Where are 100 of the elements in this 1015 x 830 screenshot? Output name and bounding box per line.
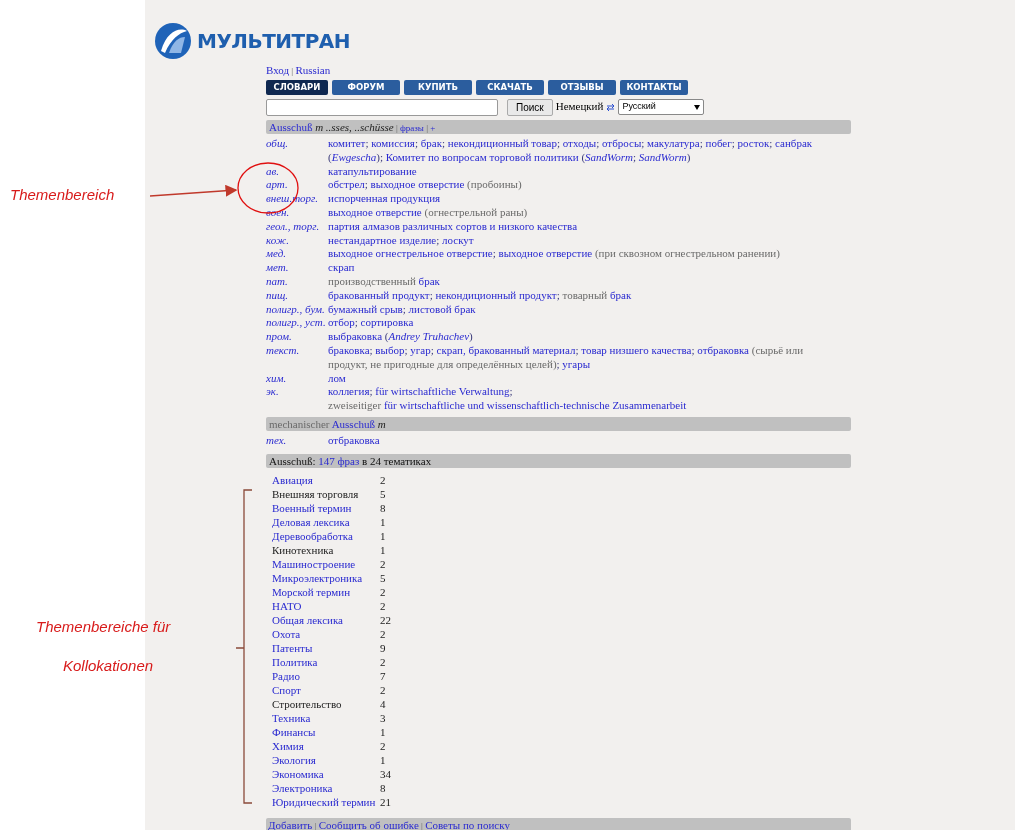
- topic-link[interactable]: Экономика: [272, 767, 380, 782]
- author-link[interactable]: Ewgescha: [331, 150, 377, 163]
- translation-link[interactable]: катапультирование: [328, 164, 417, 177]
- subject-link[interactable]: пром.: [266, 330, 328, 344]
- swap-icon[interactable]: [606, 102, 616, 112]
- translation-link[interactable]: некондиционный товар: [447, 137, 557, 149]
- translation-link[interactable]: выходное отверстие: [328, 206, 422, 218]
- topic-link[interactable]: Машиностроение: [272, 557, 380, 572]
- topic-link[interactable]: Электроника: [272, 781, 380, 796]
- translation-link[interactable]: макулатура: [647, 137, 700, 149]
- translation-link[interactable]: листовой брак: [408, 302, 476, 315]
- translation-link[interactable]: скрап: [328, 261, 355, 274]
- translation-link[interactable]: комиссия: [371, 137, 415, 149]
- topic-link[interactable]: Морской термин: [272, 585, 380, 600]
- nav-tab[interactable]: СКАЧАТЬ: [476, 80, 544, 95]
- topic-link[interactable]: Военный термин: [272, 501, 380, 516]
- subject-link[interactable]: геол., торг.: [266, 219, 328, 234]
- translation-link[interactable]: für wirtschaftliche und wissenschaftlich-technische Zusammenarbeit: [383, 399, 687, 412]
- topic-link[interactable]: Деревообработка: [272, 529, 380, 544]
- author-link[interactable]: Andrey Truhachev: [388, 330, 470, 343]
- translation-link[interactable]: выходное огнестрельное отверстие: [328, 247, 493, 260]
- subject-link[interactable]: хим.: [266, 371, 328, 386]
- search-button[interactable]: Поиск: [507, 98, 553, 116]
- translation-link[interactable]: выходное отверстие: [370, 178, 465, 191]
- search-field[interactable]: [266, 98, 498, 116]
- translation-link[interactable]: отбраковка: [697, 343, 749, 356]
- note-text: товарный: [562, 288, 609, 301]
- subject-link[interactable]: мед.: [266, 247, 328, 262]
- translation-link[interactable]: бумажный срыв: [328, 302, 403, 315]
- punctuation-text: ;: [364, 178, 369, 191]
- subject-link[interactable]: кож.: [266, 233, 328, 248]
- translation-link[interactable]: Russian: [295, 64, 331, 76]
- translation-link[interactable]: угары: [562, 357, 591, 370]
- nav-tab[interactable]: СЛОВАРИ: [266, 80, 328, 95]
- topic-link[interactable]: Деловая лексика: [272, 515, 380, 530]
- source-language-label: Немецкий: [555, 100, 604, 114]
- translation-link[interactable]: Вход: [266, 64, 290, 76]
- subject-link[interactable]: текст.: [266, 343, 328, 372]
- separator-text: |: [313, 820, 318, 830]
- translation-link[interactable]: выбраковка: [328, 330, 383, 343]
- subject-link[interactable]: полигр., уст.: [266, 316, 328, 331]
- translation-link[interactable]: Ausschuß: [269, 121, 313, 133]
- translation-link[interactable]: побег: [705, 137, 732, 149]
- translation-link[interactable]: некондиционный продукт: [435, 288, 557, 301]
- nav-tab[interactable]: КОНТАКТЫ: [620, 80, 688, 95]
- punctuation-text: ;: [509, 385, 513, 398]
- translation-link[interactable]: лом: [328, 371, 346, 384]
- nav-tab[interactable]: ФОРУМ: [332, 80, 400, 95]
- translation-link[interactable]: Комитет по вопросам торговой политики: [385, 150, 579, 163]
- subject-link[interactable]: тех.: [266, 433, 328, 448]
- subject-link[interactable]: пат.: [266, 274, 328, 289]
- translation-link[interactable]: угар: [410, 343, 431, 356]
- subject-link[interactable]: мет.: [266, 261, 328, 275]
- punctuation-text: ;: [596, 137, 601, 149]
- topic-link[interactable]: Юридический термин: [272, 795, 380, 810]
- translation-link[interactable]: партия алмазов различных сортов и низкого качества: [328, 219, 578, 232]
- nav-tab[interactable]: КУПИТЬ: [404, 80, 472, 95]
- author-link[interactable]: SandWorm: [585, 150, 633, 163]
- translation-link[interactable]: отбраковка: [328, 433, 380, 446]
- translation-link[interactable]: лоскут: [442, 233, 474, 246]
- subject-link[interactable]: общ.: [266, 137, 328, 165]
- subject-link[interactable]: полигр., бум.: [266, 302, 328, 317]
- nav-tab[interactable]: ОТЗЫВЫ: [548, 80, 616, 95]
- target-language-select[interactable]: Русский: [618, 99, 705, 115]
- translation-link[interactable]: выбор: [375, 343, 405, 356]
- topic-link[interactable]: Общая лексика: [272, 613, 380, 628]
- subject-link[interactable]: пищ.: [266, 288, 328, 303]
- topic-link[interactable]: НАТО: [272, 599, 380, 614]
- topic-link[interactable]: Патенты: [272, 641, 380, 656]
- topic-link[interactable]: Микроэлектроника: [272, 571, 380, 586]
- translation-link[interactable]: брак: [610, 288, 632, 301]
- translation-link[interactable]: брак: [420, 137, 442, 149]
- translation-link[interactable]: Ausschuß: [331, 417, 375, 430]
- translation-link[interactable]: отбор: [328, 316, 355, 329]
- translation-link[interactable]: сортировка: [360, 316, 414, 329]
- subject-link[interactable]: арт.: [266, 178, 328, 193]
- translation-link[interactable]: испорченная продукция: [328, 192, 441, 205]
- translation-link[interactable]: бракованный продукт: [328, 288, 430, 301]
- author-link[interactable]: SandWorm: [638, 150, 687, 163]
- topic-link[interactable]: Спорт: [272, 683, 380, 698]
- topic-link[interactable]: Финансы: [272, 725, 380, 740]
- translation-link[interactable]: браковка: [328, 343, 370, 356]
- topic-link[interactable]: Химия: [272, 739, 380, 754]
- phrases-link[interactable]: фразы: [400, 123, 424, 133]
- translation-link[interactable]: выходное отверстие: [498, 247, 593, 260]
- subject-link[interactable]: ав.: [266, 164, 328, 179]
- topic-link[interactable]: Радио: [272, 669, 380, 684]
- topic-link[interactable]: Политика: [272, 655, 380, 670]
- phrases-link[interactable]: +: [430, 123, 436, 133]
- topic-count: 2: [380, 585, 386, 600]
- topic-link[interactable]: Охота: [272, 627, 380, 642]
- translation-link[interactable]: обстрел: [328, 178, 365, 191]
- translation-link[interactable]: санбрак: [775, 137, 813, 149]
- translation-link[interactable]: 147 фраз: [318, 454, 360, 467]
- topic-link[interactable]: Экология: [272, 753, 380, 768]
- topic-link[interactable]: Авиация: [272, 473, 380, 488]
- topic-count: 5: [380, 571, 386, 586]
- topic-link[interactable]: Техника: [272, 711, 380, 726]
- translation-link[interactable]: брак: [418, 274, 440, 287]
- subject-link[interactable]: эк.: [266, 385, 328, 413]
